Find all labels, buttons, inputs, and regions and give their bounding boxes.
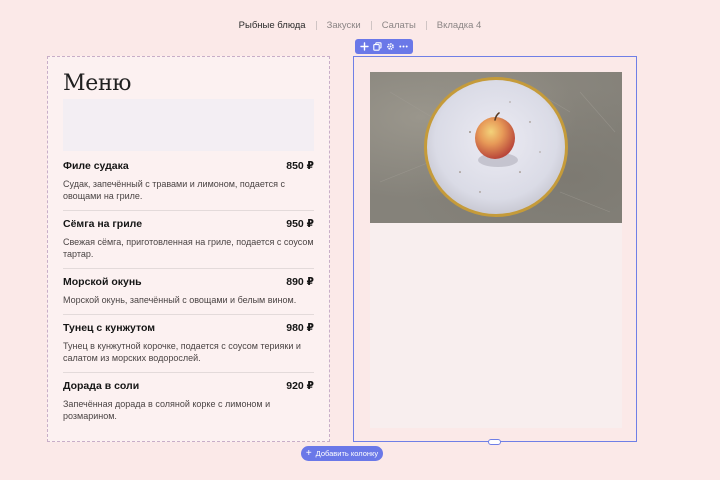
- empty-placeholder-block[interactable]: [63, 99, 314, 151]
- menu-item-name: Сёмга на гриле: [63, 218, 143, 230]
- menu-item-description: Свежая сёмга, приготовленная на гриле, п…: [63, 237, 314, 259]
- menu-item-name: Дорада в соли: [63, 380, 140, 392]
- plus-icon: +: [305, 447, 312, 459]
- plus-icon[interactable]: [359, 41, 370, 52]
- add-column-label: Добавить колонку: [315, 449, 379, 458]
- menu-item-name: Филе судака: [63, 160, 129, 172]
- plate-apple-image[interactable]: [370, 72, 622, 223]
- menu-item[interactable]: Морской окунь 890 ₽ Морской окунь, запеч…: [63, 269, 314, 315]
- menu-item-price: 920 ₽: [286, 380, 314, 392]
- menu-item-description: Судак, запечённый с травами и лимоном, п…: [63, 179, 285, 201]
- tab-fish-dishes[interactable]: Рыбные блюда: [229, 20, 316, 31]
- menu-item-description: Запечённая дорада в соляной корке с лимо…: [63, 399, 271, 421]
- menu-item[interactable]: Сёмга на гриле 950 ₽ Свежая сёмга, приго…: [63, 211, 314, 269]
- duplicate-icon[interactable]: [372, 41, 383, 52]
- menu-item-price: 980 ₽: [286, 322, 314, 334]
- column-resize-handle[interactable]: [488, 439, 501, 445]
- menu-title[interactable]: Меню: [63, 71, 131, 96]
- menu-item-name: Морской окунь: [63, 276, 142, 288]
- menu-item-description: Тунец в кунжутной корочке, подается с со…: [63, 341, 301, 363]
- menu-item[interactable]: Дорада в соли 920 ₽ Запечённая дорада в …: [63, 373, 314, 430]
- menu-items-list: Филе судака 850 ₽ Судак, запечённый с тр…: [63, 153, 314, 430]
- menu-item-price: 950 ₽: [286, 218, 314, 230]
- menu-item[interactable]: Филе судака 850 ₽ Судак, запечённый с тр…: [63, 153, 314, 211]
- column-toolbar: [355, 39, 413, 54]
- menu-item-price: 890 ₽: [286, 276, 314, 288]
- add-column-button[interactable]: + Добавить колонку: [301, 446, 383, 461]
- menu-item-price: 850 ₽: [286, 160, 314, 172]
- gear-icon[interactable]: [385, 41, 396, 52]
- tab-bar: Рыбные блюда Закуски Салаты Вкладка 4: [0, 20, 720, 31]
- image-column-content[interactable]: [370, 72, 622, 428]
- more-icon[interactable]: [398, 41, 409, 52]
- tab-4[interactable]: Вкладка 4: [427, 20, 492, 31]
- image-column-selected[interactable]: [353, 56, 637, 442]
- menu-item[interactable]: Тунец с кунжутом 980 ₽ Тунец в кунжутной…: [63, 315, 314, 373]
- menu-item-description: Морской окунь, запечённый с овощами и бе…: [63, 295, 297, 305]
- menu-column[interactable]: Меню Филе судака 850 ₽ Судак, запечённый…: [47, 56, 330, 442]
- tab-appetizers[interactable]: Закуски: [317, 20, 371, 31]
- menu-item-name: Тунец с кунжутом: [63, 322, 156, 334]
- tab-salads[interactable]: Салаты: [372, 20, 426, 31]
